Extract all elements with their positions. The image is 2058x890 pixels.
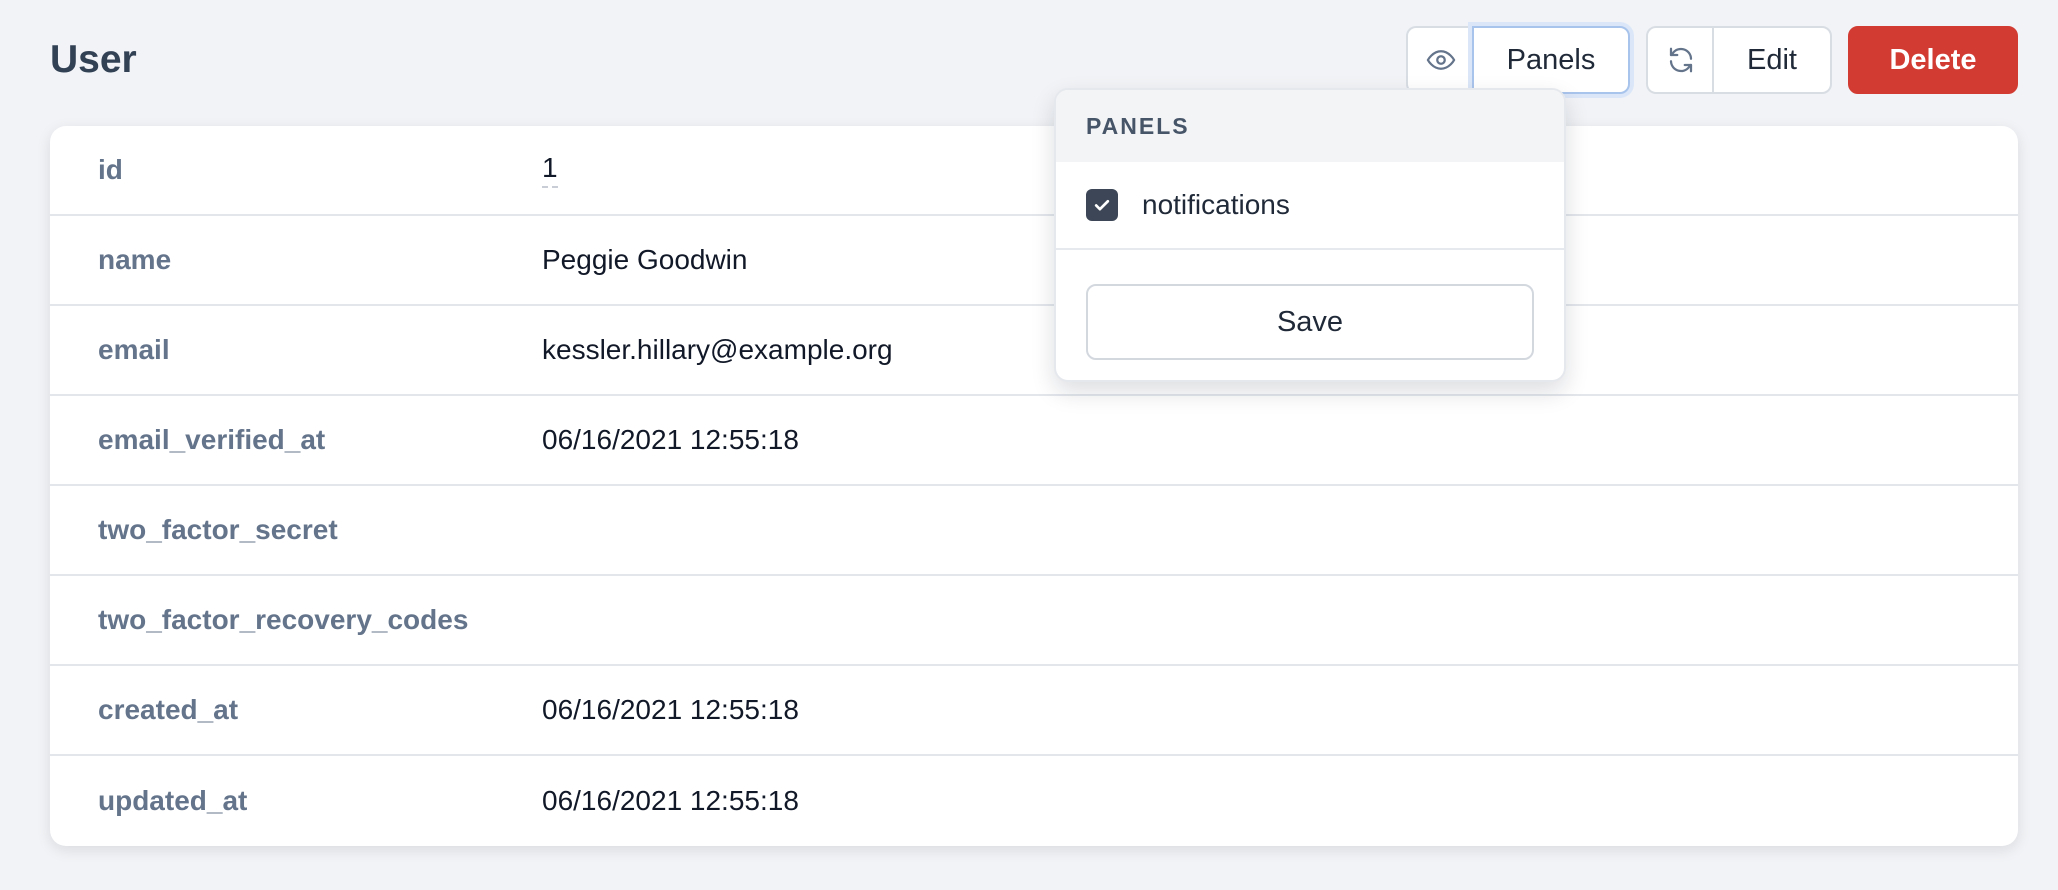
panel-option-notifications[interactable]: notifications: [1056, 162, 1564, 250]
field-row-id: id 1: [50, 126, 2018, 216]
save-button[interactable]: Save: [1086, 284, 1534, 360]
detail-card: id 1 name Peggie Goodwin email kessler.h…: [50, 126, 2018, 846]
field-label: id: [98, 154, 123, 185]
field-label: name: [98, 244, 172, 275]
save-button-label: Save: [1276, 305, 1344, 338]
field-value: Peggie Goodwin: [542, 244, 748, 275]
field-label: updated_at: [98, 785, 248, 816]
refresh-button[interactable]: [1646, 26, 1714, 94]
field-row-name: name Peggie Goodwin: [50, 216, 2018, 306]
field-row-two-factor-recovery-codes: two_factor_recovery_codes: [50, 576, 2018, 666]
field-label: two_factor_secret: [98, 514, 338, 545]
field-value: kessler.hillary@example.org: [542, 334, 893, 365]
field-value[interactable]: 1: [542, 152, 558, 188]
view-toggle-button[interactable]: [1406, 26, 1474, 94]
panels-button[interactable]: Panels: [1472, 26, 1630, 94]
edit-button-label: Edit: [1747, 43, 1797, 76]
panels-button-label: Panels: [1506, 43, 1596, 76]
refresh-icon: [1665, 44, 1697, 76]
edit-button[interactable]: Edit: [1712, 26, 1832, 94]
field-row-email-verified-at: email_verified_at 06/16/2021 12:55:18: [50, 396, 2018, 486]
field-label: email_verified_at: [98, 424, 326, 455]
field-row-email: email kessler.hillary@example.org: [50, 306, 2018, 396]
panel-option-label: notifications: [1142, 189, 1290, 220]
check-icon: [1094, 199, 1110, 211]
notifications-checkbox[interactable]: [1086, 189, 1118, 221]
field-label: two_factor_recovery_codes: [98, 604, 469, 635]
field-value: 06/16/2021 12:55:18: [542, 785, 799, 816]
delete-button-label: Delete: [1889, 43, 1977, 76]
panels-dropdown-header: PANELS: [1056, 90, 1564, 162]
panels-dropdown: PANELS notifications Save: [1054, 88, 1566, 382]
eye-icon: [1425, 44, 1457, 76]
field-row-updated-at: updated_at 06/16/2021 12:55:18: [50, 756, 2018, 846]
field-value: 06/16/2021 12:55:18: [542, 694, 799, 725]
page-title: User: [50, 38, 137, 81]
field-label: created_at: [98, 694, 239, 725]
field-label: email: [98, 334, 170, 365]
delete-button[interactable]: Delete: [1848, 26, 2018, 94]
field-row-created-at: created_at 06/16/2021 12:55:18: [50, 666, 2018, 756]
field-value: 06/16/2021 12:55:18: [542, 424, 799, 455]
field-row-two-factor-secret: two_factor_secret: [50, 486, 2018, 576]
